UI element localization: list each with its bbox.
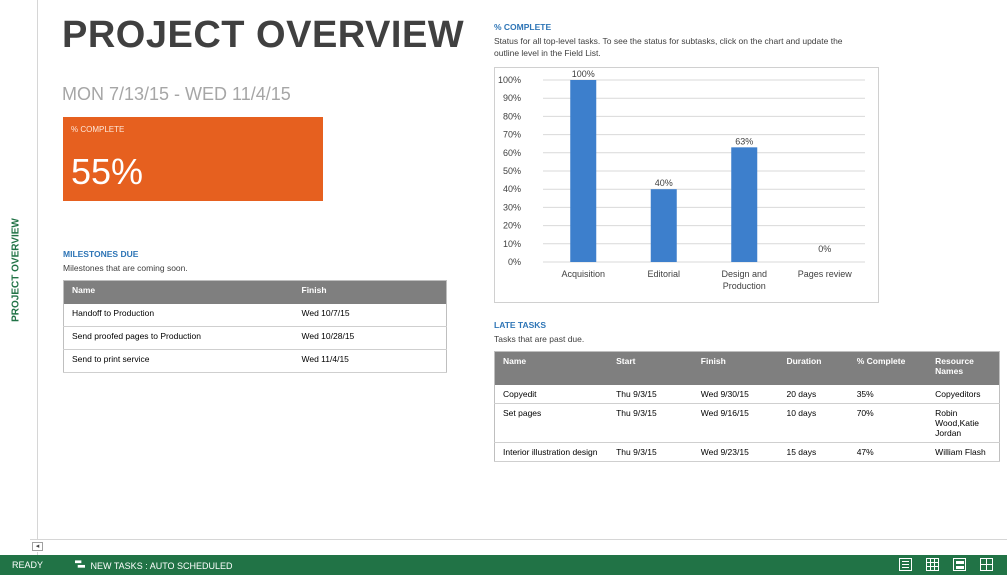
percent-complete-label: % COMPLETE xyxy=(71,125,125,134)
scroll-left-icon[interactable]: ◂ xyxy=(32,542,43,551)
report-title: PROJECT OVERVIEW xyxy=(62,14,465,56)
resource-sheet-view-icon[interactable] xyxy=(980,558,993,571)
y-tick-label: 80% xyxy=(503,111,521,121)
data-label: 100% xyxy=(572,69,595,79)
table-row[interactable]: Send proofed pages to Production Wed 10/… xyxy=(63,326,447,350)
bar[interactable] xyxy=(570,80,597,262)
cell-finish[interactable]: Wed 10/7/15 xyxy=(293,303,447,327)
horizontal-scrollbar[interactable]: ◂ xyxy=(30,539,1007,552)
percent-complete-value: 55% xyxy=(71,151,144,192)
late-tasks-table[interactable]: Name Start Finish Duration % Complete Re… xyxy=(494,351,1000,462)
x-tick-label: Pages review xyxy=(798,269,853,279)
column-header-duration[interactable]: Duration xyxy=(778,351,849,385)
y-tick-label: 100% xyxy=(498,75,521,85)
y-tick-label: 40% xyxy=(503,184,521,194)
data-label: 63% xyxy=(735,136,753,146)
y-tick-label: 20% xyxy=(503,221,521,231)
view-shortcuts xyxy=(899,558,993,571)
view-bar[interactable]: PROJECT OVERVIEW xyxy=(0,0,38,555)
cell-name[interactable]: Send proofed pages to Production xyxy=(63,326,294,350)
chart-section-subtitle-line2: outline level in the Field List. xyxy=(494,48,601,58)
cell-percent-complete[interactable]: 35% xyxy=(848,384,928,404)
cell-resource-names[interactable]: William Flash xyxy=(927,442,1000,462)
y-tick-label: 70% xyxy=(503,130,521,140)
chart-svg: 0% 10% 20% 30% 40% 50% 60% 70% 80% 90% 100% 100% Acq… xyxy=(498,69,865,291)
column-header-finish[interactable]: Finish xyxy=(293,280,447,304)
cell-finish[interactable]: Wed 9/23/15 xyxy=(692,442,779,462)
view-bar-text: PROJECT OVERVIEW xyxy=(10,218,22,322)
task-usage-view-icon[interactable] xyxy=(926,558,939,571)
bar[interactable] xyxy=(650,189,677,262)
y-tick-label: 30% xyxy=(503,202,521,212)
status-ready: READY xyxy=(12,560,44,570)
column-header-resource-names[interactable]: Resource Names xyxy=(927,351,1000,385)
cell-name[interactable]: Set pages xyxy=(494,403,609,443)
view-bar-label: PROJECT OVERVIEW xyxy=(4,210,28,330)
column-header-name[interactable]: Name xyxy=(63,280,294,304)
cell-resource-names[interactable]: Robin Wood,Katie Jordan xyxy=(927,403,1000,443)
cell-name[interactable]: Copyedit xyxy=(494,384,609,404)
y-tick-label: 90% xyxy=(503,93,521,103)
milestones-table[interactable]: Name Finish Handoff to Production Wed 10… xyxy=(63,280,447,373)
pin-task-icon xyxy=(75,560,85,568)
milestones-subtitle: Milestones that are coming soon. xyxy=(63,263,188,273)
column-header-start[interactable]: Start xyxy=(608,351,693,385)
cell-finish[interactable]: Wed 10/28/15 xyxy=(293,326,447,350)
cell-start[interactable]: Thu 9/3/15 xyxy=(608,403,693,443)
x-tick-label: Editorial xyxy=(647,269,680,279)
table-row[interactable]: Copyedit Thu 9/3/15 Wed 9/30/15 20 days … xyxy=(494,384,1000,404)
chart-section-title: % COMPLETE xyxy=(494,22,552,32)
cell-percent-complete[interactable]: 47% xyxy=(848,442,928,462)
task-mode-button[interactable]: NEW TASKS : AUTO SCHEDULED xyxy=(75,560,233,571)
y-tick-label: 10% xyxy=(503,239,521,249)
column-header-name[interactable]: Name xyxy=(494,351,609,385)
x-tick-label: Design and xyxy=(721,269,767,279)
data-label: 0% xyxy=(818,244,831,254)
chart-section-subtitle-line1: Status for all top-level tasks. To see t… xyxy=(494,36,843,46)
cell-name[interactable]: Handoff to Production xyxy=(63,303,294,327)
late-tasks-title: LATE TASKS xyxy=(494,320,547,330)
gantt-view-icon[interactable] xyxy=(899,558,912,571)
milestones-title: MILESTONES DUE xyxy=(63,249,139,259)
cell-start[interactable]: Thu 9/3/15 xyxy=(608,384,693,404)
cell-start[interactable]: Thu 9/3/15 xyxy=(608,442,693,462)
project-window: PROJECT OVERVIEW PROJECT OVERVIEW MON 7/… xyxy=(0,0,1007,575)
x-tick-label: Production xyxy=(723,281,766,291)
percent-complete-chart[interactable]: 0% 10% 20% 30% 40% 50% 60% 70% 80% 90% 100% 100% Acq… xyxy=(494,67,879,303)
cell-duration[interactable]: 15 days xyxy=(778,442,849,462)
cell-percent-complete[interactable]: 70% xyxy=(848,403,928,443)
task-mode-label: NEW TASKS : AUTO SCHEDULED xyxy=(90,561,233,571)
x-tick-label: Acquisition xyxy=(561,269,605,279)
y-tick-label: 0% xyxy=(508,257,521,267)
cell-finish[interactable]: Wed 9/30/15 xyxy=(692,384,779,404)
team-planner-view-icon[interactable] xyxy=(953,558,966,571)
table-header-row: Name Finish xyxy=(63,280,447,304)
status-bar: READY NEW TASKS : AUTO SCHEDULED xyxy=(0,555,1007,575)
table-row[interactable]: Handoff to Production Wed 10/7/15 xyxy=(63,303,447,327)
cell-finish[interactable]: Wed 11/4/15 xyxy=(293,349,447,373)
cell-finish[interactable]: Wed 9/16/15 xyxy=(692,403,779,443)
column-header-finish[interactable]: Finish xyxy=(692,351,779,385)
cell-resource-names[interactable]: Copyeditors xyxy=(927,384,1000,404)
cell-duration[interactable]: 20 days xyxy=(778,384,849,404)
table-row[interactable]: Interior illustration design Thu 9/3/15 … xyxy=(494,442,1000,462)
cell-name[interactable]: Interior illustration design xyxy=(494,442,609,462)
table-row[interactable]: Set pages Thu 9/3/15 Wed 9/16/15 10 days… xyxy=(494,403,1000,443)
cell-duration[interactable]: 10 days xyxy=(778,403,849,443)
date-range: MON 7/13/15 - WED 11/4/15 xyxy=(62,84,291,104)
column-header-percent-complete[interactable]: % Complete xyxy=(848,351,928,385)
y-tick-label: 60% xyxy=(503,148,521,158)
y-tick-label: 50% xyxy=(503,166,521,176)
cell-name[interactable]: Send to print service xyxy=(63,349,294,373)
percent-complete-card[interactable]: % COMPLETE 55% xyxy=(63,117,323,201)
late-tasks-subtitle: Tasks that are past due. xyxy=(494,334,585,344)
bar[interactable] xyxy=(731,147,758,262)
table-header-row: Name Start Finish Duration % Complete Re… xyxy=(494,351,1000,385)
data-label: 40% xyxy=(655,178,673,188)
table-row[interactable]: Send to print service Wed 11/4/15 xyxy=(63,349,447,373)
